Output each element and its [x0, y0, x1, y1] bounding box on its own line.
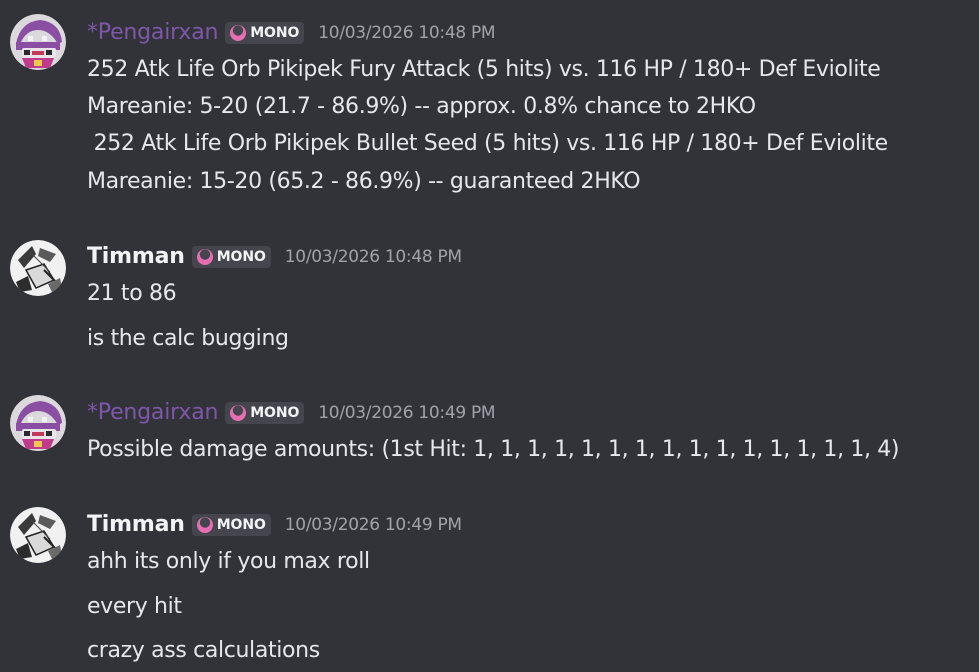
pink-crescent-icon [196, 249, 213, 265]
timestamp[interactable]: 10/03/2026 10:48 PM [318, 23, 495, 43]
message-line: ahh its only if you max roll [87, 549, 370, 574]
tag-label: MONO [216, 517, 266, 533]
server-tag[interactable]: MONO [191, 514, 271, 536]
message-header: *Pengairxan MONO 10/03/2026 10:48 PM [87, 18, 496, 48]
timestamp[interactable]: 10/03/2026 10:49 PM [285, 515, 462, 535]
message-line: 252 Atk Life Orb Pikipek Fury Attack (5 … [87, 57, 881, 82]
message-line: 21 to 86 [87, 281, 177, 306]
server-tag[interactable]: MONO [225, 402, 305, 424]
message-line: 252 Atk Life Orb Pikipek Bullet Seed (5 … [87, 131, 889, 156]
tag-label: MONO [216, 249, 266, 265]
pink-crescent-icon [230, 405, 247, 421]
message-line: Mareanie: 15-20 (65.2 - 86.9%) -- guaran… [87, 169, 641, 194]
username[interactable]: *Pengairxan [87, 18, 218, 48]
username[interactable]: *Pengairxan [87, 398, 218, 428]
manga-avatar-icon [10, 507, 66, 563]
message-line: Mareanie: 5-20 (21.7 - 86.9%) -- approx.… [87, 94, 756, 119]
pokemon-avatar-icon [10, 395, 66, 451]
message-line: is the calc bugging [87, 326, 289, 351]
manga-avatar-icon [10, 240, 66, 296]
message-line: crazy ass calculations [87, 638, 320, 663]
avatar-pengairxan[interactable] [10, 395, 66, 451]
avatar-timman[interactable] [10, 507, 66, 563]
message-header: *Pengairxan MONO 10/03/2026 10:49 PM [87, 398, 496, 428]
message-line: Possible damage amounts: (1st Hit: 1, 1,… [87, 437, 900, 462]
server-tag[interactable]: MONO [225, 22, 305, 44]
pokemon-avatar-icon [10, 14, 66, 70]
pink-crescent-icon [196, 517, 213, 533]
tag-label: MONO [250, 25, 300, 41]
pink-crescent-icon [230, 25, 247, 41]
avatar-pengairxan[interactable] [10, 14, 66, 70]
message-line: every hit [87, 594, 182, 619]
message-header: Timman MONO 10/03/2026 10:48 PM [87, 242, 462, 272]
avatar-timman[interactable] [10, 240, 66, 296]
message-header: Timman MONO 10/03/2026 10:49 PM [87, 510, 462, 540]
timestamp[interactable]: 10/03/2026 10:48 PM [285, 247, 462, 267]
chat-message-list: *Pengairxan MONO 10/03/2026 10:48 PM 252… [0, 0, 979, 672]
username[interactable]: Timman [87, 510, 185, 540]
server-tag[interactable]: MONO [191, 246, 271, 268]
tag-label: MONO [250, 405, 300, 421]
timestamp[interactable]: 10/03/2026 10:49 PM [318, 403, 495, 423]
username[interactable]: Timman [87, 242, 185, 272]
